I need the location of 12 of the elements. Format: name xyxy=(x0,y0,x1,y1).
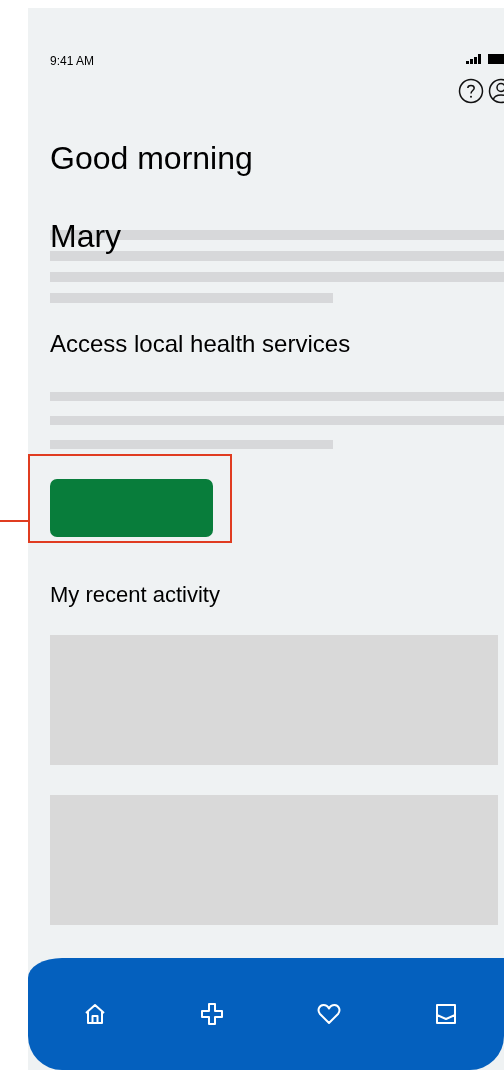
section-heading: My recent activity xyxy=(50,581,221,609)
user-name: Mary xyxy=(50,218,122,254)
heart-icon xyxy=(315,1001,342,1027)
help-icon[interactable] xyxy=(458,78,484,104)
nav-tab[interactable] xyxy=(198,1001,225,1027)
signal-icon xyxy=(466,54,482,64)
plus-icon xyxy=(198,1001,225,1027)
nav-tab[interactable] xyxy=(315,1001,342,1027)
greeting: Good morning xyxy=(50,139,254,178)
status-time: 9:41 AM xyxy=(50,54,95,68)
section-heading: Access local health services xyxy=(50,329,352,359)
battery-icon xyxy=(488,54,504,64)
